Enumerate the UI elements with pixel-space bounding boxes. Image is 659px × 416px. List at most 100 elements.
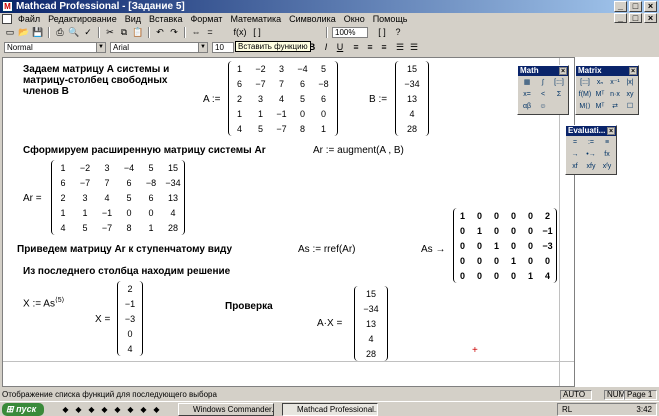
palette-button[interactable]: Mᵀ — [593, 90, 607, 100]
quick-launch-icon[interactable]: ◆ — [112, 404, 123, 415]
calculate-icon[interactable]: = — [204, 26, 216, 38]
align-icon[interactable]: ⇔ — [190, 26, 202, 38]
minimize-button[interactable]: _ — [614, 1, 627, 12]
align-right-icon[interactable]: ≡ — [378, 41, 390, 53]
palette-button[interactable]: f(M) — [578, 90, 592, 100]
palette-button[interactable]: ∫ — [536, 78, 550, 88]
palette-button[interactable]: x= — [520, 90, 534, 100]
open-icon[interactable]: 📂 — [18, 26, 30, 38]
palette-button[interactable]: := — [584, 138, 598, 148]
eq-A-label[interactable]: A := — [203, 94, 221, 105]
palette-button[interactable]: [:::] — [552, 78, 566, 88]
new-icon[interactable]: ▭ — [4, 26, 16, 38]
evaluation-palette[interactable]: Evaluati... × =:= ≡ → •→ fx xf xfy xᶠy — [565, 125, 617, 175]
align-center-icon[interactable]: ≡ — [364, 41, 376, 53]
palette-button[interactable]: Mᵀ — [593, 102, 607, 112]
help-icon[interactable]: ? — [392, 26, 404, 38]
quick-launch-icon[interactable]: ◆ — [60, 404, 71, 415]
menu-view[interactable]: Вид — [121, 13, 145, 25]
worksheet[interactable]: Задаем матрицу А системы и матрицу-столб… — [2, 57, 575, 387]
align-left-icon[interactable]: ≡ — [350, 41, 362, 53]
quick-launch-icon[interactable]: ◆ — [138, 404, 149, 415]
palette-button[interactable]: x⁻¹ — [608, 78, 622, 88]
font-size-select[interactable]: 10 — [212, 42, 234, 53]
menu-symbolics[interactable]: Символика — [285, 13, 340, 25]
paste-icon[interactable]: 📋 — [132, 26, 144, 38]
insert-unit-icon[interactable]: [ ] — [250, 26, 264, 38]
evaluation-palette-title[interactable]: Evaluati... × — [566, 126, 616, 136]
text-region-2[interactable]: Сформируем расширенную матрицу системы A… — [23, 145, 266, 156]
matrix-Ar[interactable]: 1 −2 3 −4 5 15 6 −7 7 6 −8 −34 2 3 4 5 6 13 1 1 −1 0 0 4 4 5 −7 8 1 2… — [51, 160, 185, 235]
matrix-As[interactable]: 1 0 0 0 0 2 0 1 0 0 0 −1 0 0 1 0 0 −3 0 0 0 1 0 0 0 0 0 0 1 4 — [453, 208, 557, 283]
menu-format[interactable]: Формат — [186, 13, 226, 25]
eq-Ar-definition[interactable]: Ar := augment(A , B) — [313, 145, 404, 156]
math-palette[interactable]: Math × ▦ ∫ [:::] x= < Σαβ ☺ — [517, 65, 569, 115]
quick-launch-icon[interactable]: ◆ — [99, 404, 110, 415]
math-palette-title[interactable]: Math × — [518, 66, 568, 76]
matrix-palette-title[interactable]: Matrix × — [576, 66, 638, 76]
menu-help[interactable]: Помощь — [369, 13, 412, 25]
eq-X-label[interactable]: X = — [95, 314, 110, 325]
eq-Ar-label[interactable]: Ar = — [23, 193, 42, 204]
quick-launch-icon[interactable]: ◆ — [151, 404, 162, 415]
zoom-select[interactable]: 100% — [332, 27, 368, 38]
spell-check-icon[interactable]: ✓ — [82, 26, 94, 38]
palette-button[interactable]: ☐ — [623, 102, 637, 112]
eq-As-definition[interactable]: As := rref(Ar) — [298, 244, 356, 255]
style-select[interactable]: Normal ▼ — [4, 42, 106, 53]
bullets-icon[interactable]: ☰ — [394, 41, 406, 53]
eq-As-label[interactable]: As → — [421, 244, 445, 255]
task-windows-commander[interactable]: Windows Commander... — [178, 403, 274, 416]
doc-restore-button[interactable]: □ — [629, 13, 642, 23]
close-icon[interactable]: × — [559, 67, 567, 75]
matrix-A[interactable]: 1 −2 3 −4 5 6 −7 7 6 −8 2 3 4 5 6 1 1 −1 0 0 4 5 −7 8 1 — [228, 61, 338, 136]
task-mathcad[interactable]: Mathcad Professional... — [282, 403, 378, 416]
language-indicator[interactable]: RL — [562, 404, 572, 415]
matrix-palette[interactable]: Matrix × [:::] xₙ x⁻¹ |x|f(M) Mᵀ n·x xyM⟨⟩ Mᵀ ⇄ ☐ — [575, 65, 639, 115]
text-region-3[interactable]: Приведем матрицу Ar к ступенчатому виду — [17, 244, 232, 255]
maximize-button[interactable]: □ — [629, 1, 642, 12]
quick-launch-icon[interactable]: ◆ — [86, 404, 97, 415]
menu-insert[interactable]: Вставка — [145, 13, 186, 25]
save-icon[interactable]: 💾 — [32, 26, 44, 38]
redo-icon[interactable]: ↷ — [168, 26, 180, 38]
palette-button[interactable]: < — [536, 90, 550, 100]
menu-math[interactable]: Математика — [226, 13, 285, 25]
eq-AX-label[interactable]: A·X = — [317, 318, 342, 329]
menu-window[interactable]: Окно — [340, 13, 369, 25]
palette-button[interactable]: n·x — [608, 90, 622, 100]
palette-button[interactable]: → — [568, 150, 582, 160]
palette-button[interactable]: xf — [568, 162, 582, 172]
text-region-4[interactable]: Из последнего столбца находим решение — [23, 266, 230, 277]
matrix-B[interactable]: 15 −34 13 4 28 — [395, 61, 429, 136]
cut-icon[interactable]: ✂ — [104, 26, 116, 38]
print-icon[interactable]: ⎙ — [54, 26, 66, 38]
close-icon[interactable]: × — [629, 67, 637, 75]
palette-button[interactable]: = — [568, 138, 582, 148]
resources-icon[interactable]: [ ] — [376, 26, 388, 38]
palette-button[interactable]: [:::] — [578, 78, 592, 88]
start-button[interactable]: ⊞ пуск — [2, 403, 44, 416]
menu-file[interactable]: Файл — [14, 13, 44, 25]
palette-button[interactable]: |x| — [623, 78, 637, 88]
font-select[interactable]: Arial ▼ — [110, 42, 208, 53]
insert-function-icon[interactable]: f(x) — [232, 26, 248, 38]
doc-close-button[interactable]: × — [644, 13, 657, 23]
palette-button[interactable]: xy — [623, 90, 637, 100]
copy-icon[interactable]: ⧉ — [118, 26, 130, 38]
menu-edit[interactable]: Редактирование — [44, 13, 121, 25]
matrix-AX[interactable]: 15 −34 13 4 28 — [354, 286, 388, 361]
palette-button[interactable]: ▦ — [520, 78, 534, 88]
underline-button[interactable]: U — [334, 41, 346, 53]
eq-B-label[interactable]: B := — [369, 94, 387, 105]
matrix-X[interactable]: 2 −1 −3 0 4 — [117, 281, 143, 356]
doc-minimize-button[interactable]: _ — [614, 13, 627, 23]
palette-button[interactable]: ≡ — [600, 138, 614, 148]
close-button[interactable]: × — [644, 1, 657, 12]
palette-button[interactable]: xᶠy — [600, 162, 614, 172]
palette-button[interactable]: ⇄ — [608, 102, 622, 112]
palette-button[interactable]: Σ — [552, 90, 566, 100]
palette-button[interactable]: xₙ — [593, 78, 607, 88]
palette-button[interactable]: M⟨⟩ — [578, 102, 592, 112]
print-preview-icon[interactable]: 🔍 — [68, 26, 80, 38]
